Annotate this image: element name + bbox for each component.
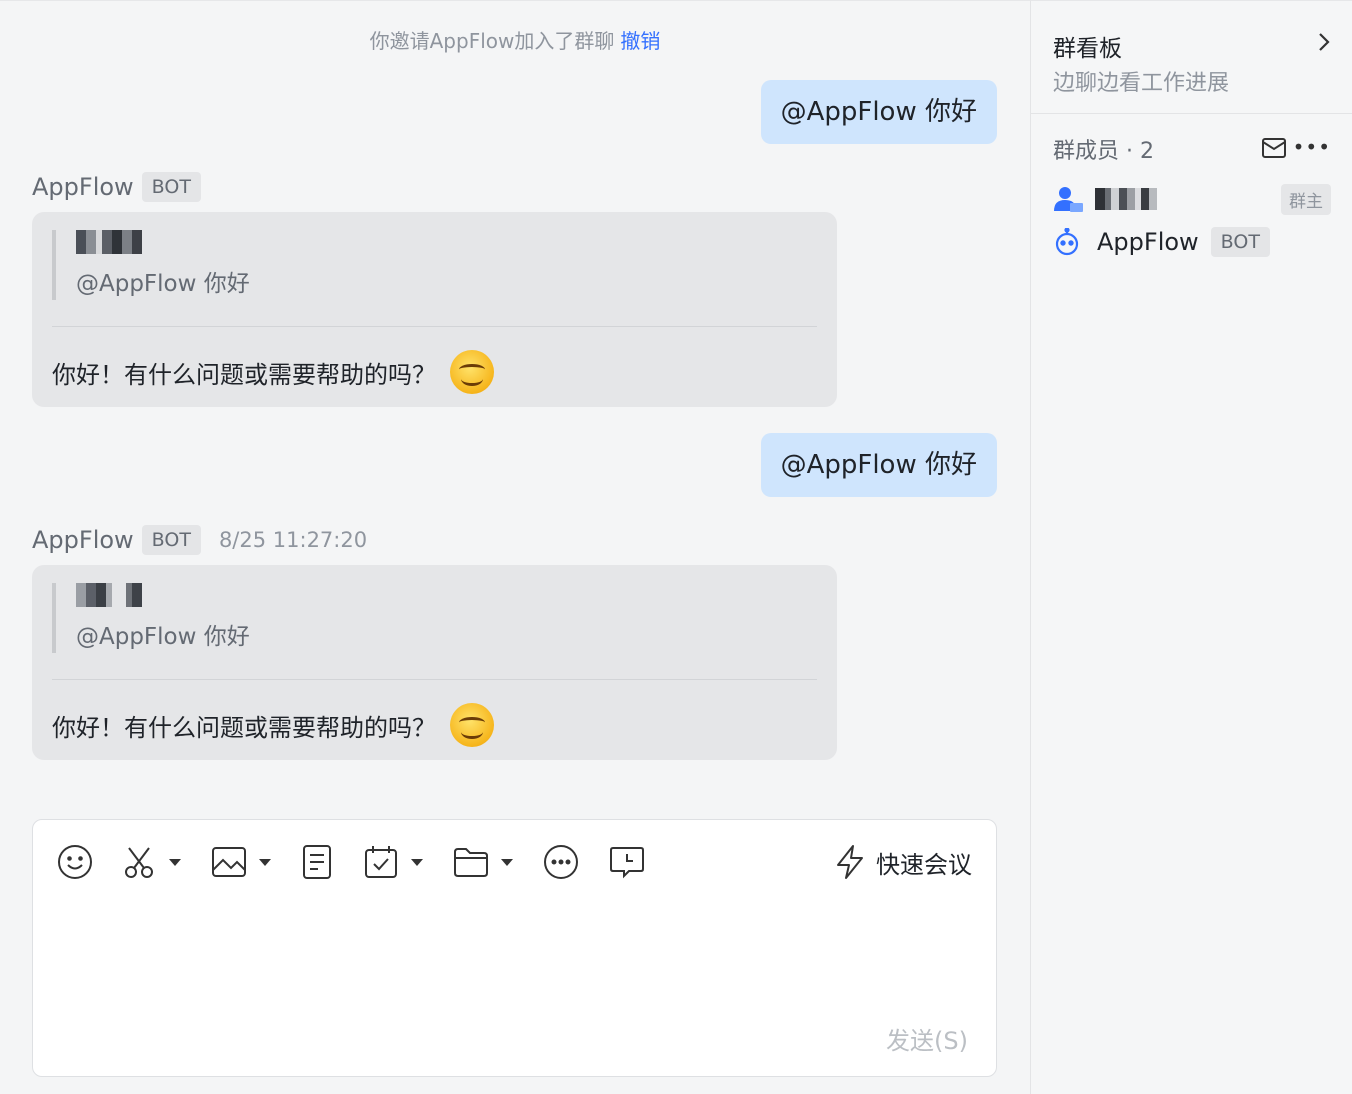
emoji-button[interactable] bbox=[57, 844, 93, 880]
redacted-name bbox=[76, 230, 817, 254]
member-row-bot[interactable]: AppFlow BOT bbox=[1053, 225, 1331, 259]
send-button[interactable]: 发送(S) bbox=[886, 1021, 968, 1056]
group-board-entry[interactable]: 群看板 边聊边看工作进展 bbox=[1031, 1, 1352, 114]
quoted-message[interactable]: @AppFlow 你好 bbox=[52, 583, 817, 653]
calendar-check-icon bbox=[365, 846, 397, 878]
quick-meeting-button[interactable]: 快速会议 bbox=[834, 842, 972, 882]
bot-tag: BOT bbox=[141, 172, 201, 202]
user-icon bbox=[1054, 187, 1083, 212]
quick-meeting-label: 快速会议 bbox=[876, 850, 972, 879]
emoji-icon bbox=[58, 845, 92, 879]
smile-emoji-icon bbox=[450, 703, 494, 747]
members-title[interactable]: 群成员 · 2 bbox=[1053, 139, 1154, 164]
message-composer[interactable]: 快速会议 发送(S) bbox=[32, 819, 997, 1077]
bot-reply-card[interactable]: @AppFlow 你好 你好！有什么问题或需要帮助的吗？ bbox=[32, 212, 837, 407]
mail-icon[interactable] bbox=[1261, 137, 1287, 159]
outgoing-message[interactable]: @AppFlow 你好 bbox=[760, 80, 997, 144]
system-message: 你邀请AppFlow加入了群聊 撤销 bbox=[0, 25, 1030, 54]
sender-name[interactable]: AppFlow bbox=[32, 173, 134, 201]
sender-line: AppFlow BOT bbox=[32, 172, 201, 202]
smile-emoji-icon bbox=[450, 350, 494, 394]
system-message-text: 你邀请AppFlow加入了群聊 bbox=[369, 29, 615, 53]
chevron-down-icon[interactable] bbox=[259, 858, 271, 866]
image-button[interactable] bbox=[211, 846, 271, 878]
redacted-name bbox=[1095, 188, 1157, 210]
message-time-button[interactable] bbox=[609, 845, 645, 879]
divider bbox=[52, 679, 817, 680]
owner-tag: 群主 bbox=[1281, 183, 1331, 215]
members-header: 群成员 · 2 ••• bbox=[1053, 133, 1331, 164]
chevron-down-icon[interactable] bbox=[169, 858, 181, 866]
chevron-down-icon[interactable] bbox=[501, 858, 513, 866]
reply-text: 你好！有什么问题或需要帮助的吗？ bbox=[52, 360, 436, 389]
bot-reply-card[interactable]: @AppFlow 你好 你好！有什么问题或需要帮助的吗？ bbox=[32, 565, 837, 760]
folder-button[interactable] bbox=[453, 846, 513, 878]
screenshot-button[interactable] bbox=[123, 845, 181, 879]
member-row-owner[interactable]: 群主 bbox=[1053, 182, 1331, 216]
image-icon bbox=[212, 847, 246, 877]
message-timestamp: 8/25 11:27:20 bbox=[218, 528, 368, 552]
reply-line: 你好！有什么问题或需要帮助的吗？ bbox=[52, 703, 494, 747]
outgoing-message[interactable]: @AppFlow 你好 bbox=[760, 433, 997, 497]
member-name: AppFlow bbox=[1097, 228, 1199, 256]
sender-name[interactable]: AppFlow bbox=[32, 526, 134, 554]
more-horizontal-icon[interactable]: ••• bbox=[1293, 135, 1331, 159]
quote-text: @AppFlow 你好 bbox=[76, 624, 250, 650]
chat-pane: 你邀请AppFlow加入了群聊 撤销 @AppFlow 你好 AppFlow BO… bbox=[0, 0, 1030, 1094]
divider bbox=[52, 326, 817, 327]
chevron-down-icon[interactable] bbox=[411, 858, 423, 866]
composer-toolbar bbox=[57, 842, 675, 882]
document-icon bbox=[303, 845, 331, 879]
message-clock-icon bbox=[610, 847, 644, 879]
more-circle-icon bbox=[544, 845, 578, 879]
reply-text: 你好！有什么问题或需要帮助的吗？ bbox=[52, 713, 436, 742]
group-sidebar: 群看板 边聊边看工作进展 群成员 · 2 ••• 群主 AppFlow BOT bbox=[1030, 0, 1352, 1094]
quote-text: @AppFlow 你好 bbox=[76, 271, 250, 297]
sender-line: AppFlow BOT 8/25 11:27:20 bbox=[32, 525, 367, 555]
lightning-icon bbox=[837, 845, 863, 879]
more-button[interactable] bbox=[543, 844, 579, 880]
bot-tag: BOT bbox=[141, 525, 201, 555]
bot-tag: BOT bbox=[1210, 227, 1270, 257]
bot-icon bbox=[1055, 228, 1079, 256]
chevron-right-icon bbox=[1319, 33, 1330, 51]
redacted-name bbox=[76, 583, 817, 607]
board-subtitle: 边聊边看工作进展 bbox=[1053, 71, 1230, 96]
document-button[interactable] bbox=[301, 844, 333, 880]
board-title: 群看板 bbox=[1053, 36, 1122, 62]
undo-link[interactable]: 撤销 bbox=[620, 29, 660, 53]
scissors-icon bbox=[125, 847, 153, 878]
reply-line: 你好！有什么问题或需要帮助的吗？ bbox=[52, 350, 494, 394]
quoted-message[interactable]: @AppFlow 你好 bbox=[52, 230, 817, 300]
folder-icon bbox=[454, 848, 488, 877]
task-button[interactable] bbox=[363, 844, 423, 880]
